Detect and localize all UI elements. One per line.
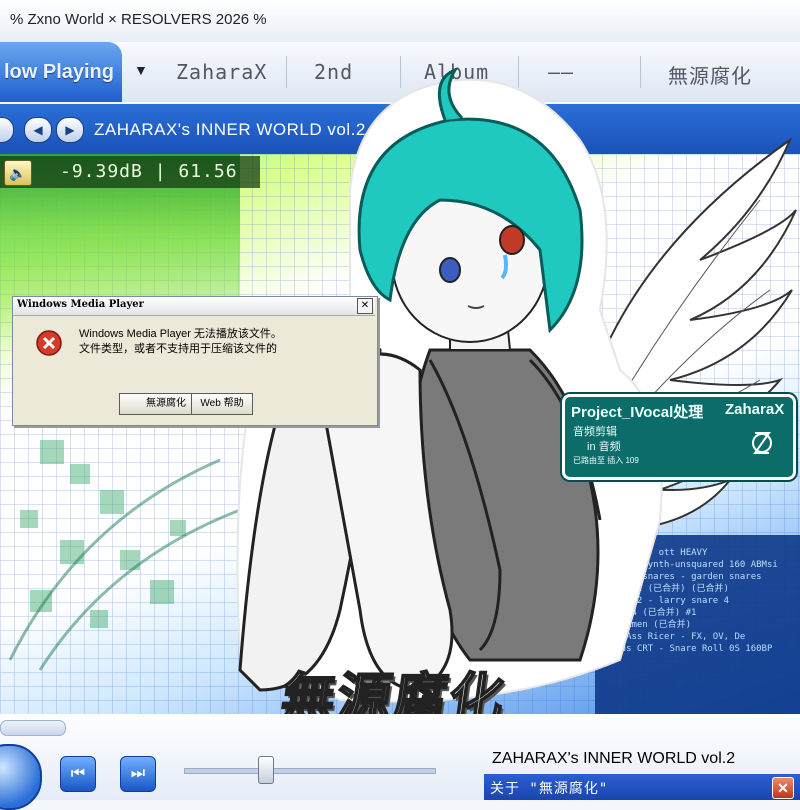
window-title: % Zxno World × RESOLVERS 2026 %: [10, 11, 267, 28]
tab-now-playing[interactable]: low Playing: [0, 42, 122, 102]
dialog-title: Windows Media Player: [17, 299, 144, 310]
dialog-message-line2: 文件类型，或者不支持用于压缩该文件的: [79, 343, 277, 355]
badge-line3: in 音频: [587, 441, 621, 453]
dialog-message-line1: Windows Media Player 无法播放该文件。: [79, 328, 282, 340]
badge-title: Project_IVocal处理: [571, 404, 704, 421]
next-album-button[interactable]: ▶: [56, 117, 84, 143]
chevron-down-icon[interactable]: ▼: [134, 62, 148, 78]
menu-button[interactable]: [0, 117, 14, 143]
close-icon[interactable]: ✕: [772, 777, 794, 799]
badge-artist: ZaharaX: [725, 401, 785, 418]
badge-line2: 音频剪辑: [573, 426, 617, 438]
time-indicator[interactable]: [0, 720, 66, 736]
seek-thumb[interactable]: [258, 756, 274, 784]
speaker-icon[interactable]: 🔈: [4, 160, 32, 186]
dialog-help-button[interactable]: Web 帮助: [191, 393, 253, 415]
previous-track-button[interactable]: ⏮: [60, 756, 96, 792]
dialog-header: Windows Media Player ✕: [13, 297, 375, 316]
badge-line4: 已路由至 插入 109: [573, 456, 639, 465]
about-title: 关于 "無源腐化": [490, 781, 609, 797]
zaharax-logo-icon: [752, 432, 772, 454]
about-window-title-bar: 关于 "無源腐化" ✕: [484, 774, 800, 800]
window-title-bar: % Zxno World × RESOLVERS 2026 %: [0, 0, 800, 43]
seek-bar[interactable]: [184, 768, 436, 774]
now-playing-title: ZAHARAX's INNER WORLD vol.2: [492, 750, 736, 767]
prev-album-button[interactable]: ◀: [24, 117, 52, 143]
vocal-process-label: Project_IVocal处理 ZaharaX 音频剪辑 in 音频 已路由至…: [562, 394, 796, 480]
close-icon[interactable]: ✕: [357, 298, 373, 314]
error-dialog: Windows Media Player ✕ Windows Media Pla…: [12, 296, 378, 426]
next-track-button[interactable]: ⏭: [120, 756, 156, 792]
error-icon: [36, 330, 62, 356]
